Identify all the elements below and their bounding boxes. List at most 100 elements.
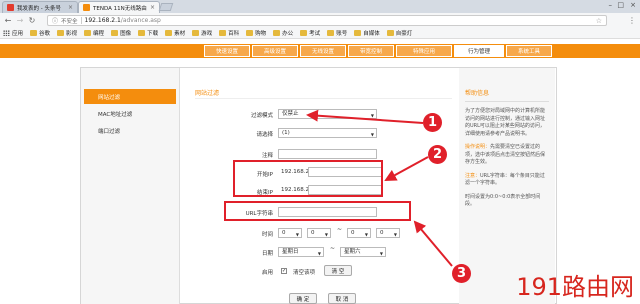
section-title: 网站过滤: [195, 90, 220, 97]
folder-icon: [300, 30, 308, 36]
folder-icon: [246, 30, 254, 36]
date-from-select[interactable]: 星期日 ▼: [278, 247, 324, 257]
help-text-operation: 操作说明：先需要清空已设置过的项，选中该项后点击清空按钮然后保存方生效。: [465, 144, 549, 167]
annotation-marker-2: 2: [428, 145, 447, 164]
note-input[interactable]: [278, 149, 377, 159]
date-to-select[interactable]: 星期六 ▼: [340, 247, 386, 257]
clear-button[interactable]: 清 空: [324, 265, 352, 276]
tab-bandwidth[interactable]: 带宽控制: [348, 45, 394, 57]
folder-icon: [354, 30, 362, 36]
enable-checkbox[interactable]: ✓: [281, 268, 287, 274]
close-tab-icon[interactable]: ×: [150, 4, 155, 11]
date-separator: ~: [330, 245, 336, 252]
bookmark-label: 图像: [120, 31, 132, 37]
url-host: 192.168.2.1: [84, 17, 121, 24]
bookmark-label: 购物: [255, 31, 267, 37]
folder-icon: [57, 30, 65, 36]
cancel-button[interactable]: 取 消: [328, 293, 356, 304]
tab-system-tools[interactable]: 系统工具: [506, 45, 552, 57]
filter-mode-label: 过滤模式: [250, 113, 273, 119]
rule-select[interactable]: (1) ▼: [278, 128, 377, 138]
bookmark-folder[interactable]: 图像: [111, 29, 131, 37]
bookmark-label: 游戏: [201, 31, 213, 37]
time-label: 时间: [261, 232, 273, 238]
bookmark-folder[interactable]: 下载: [138, 29, 158, 37]
back-icon[interactable]: ←: [2, 16, 14, 25]
ok-button[interactable]: 确 定: [289, 293, 317, 304]
bookmark-folder[interactable]: 购物: [246, 29, 266, 37]
bookmark-folder[interactable]: 办公: [273, 29, 293, 37]
clear-item-label: 清空该项: [293, 270, 316, 276]
bookmark-star-icon[interactable]: ☆: [596, 17, 602, 25]
help-key: 操作说明：: [465, 144, 491, 150]
folder-icon: [165, 30, 173, 36]
url-text[interactable]: 192.168.2.1/advance.asp: [85, 17, 161, 24]
new-tab-button[interactable]: [158, 3, 174, 11]
bookmark-folder[interactable]: 自媒体: [354, 29, 380, 37]
filter-mode-select[interactable]: 仅禁止 ▼: [278, 109, 377, 119]
close-window-icon[interactable]: ×: [630, 1, 636, 9]
bookmark-label: 考试: [309, 31, 321, 37]
time-start-hour[interactable]: 0 ▼: [278, 228, 302, 238]
bookmark-folder[interactable]: 游戏: [192, 29, 212, 37]
bookmark-label: 百科: [228, 31, 240, 37]
folder-icon: [138, 30, 146, 36]
maximize-icon[interactable]: □: [617, 1, 624, 9]
tab-special-apps[interactable]: 特殊应用: [396, 45, 452, 57]
chevron-down-icon: ▼: [370, 113, 374, 118]
sidebar-item-mac-filter[interactable]: MAC地址过滤: [84, 106, 176, 121]
bookmark-apps[interactable]: 应用: [3, 29, 23, 37]
bookmark-folder[interactable]: 素材: [165, 29, 185, 37]
bookmark-folder[interactable]: 影视: [57, 29, 77, 37]
bookmark-label: 自豪灯: [395, 31, 413, 37]
help-key: 注意：: [465, 172, 481, 179]
minimize-icon[interactable]: –: [609, 1, 613, 9]
bookmark-label: 影视: [66, 31, 78, 37]
bookmark-folder[interactable]: 百科: [219, 29, 239, 37]
tab-advanced[interactable]: 高级设置: [252, 45, 298, 57]
tab-behavior-management[interactable]: 行为管理: [454, 45, 504, 57]
tab-title: TENDA 11N无线路由器: [93, 5, 147, 12]
help-text-note: 注意：URL字符串：每个条目只能过滤一个字符串。: [465, 173, 549, 188]
sidebar-item-url-filter[interactable]: 网站过滤: [84, 89, 176, 104]
folder-icon: [192, 30, 200, 36]
divider: [195, 98, 452, 99]
time-value: 0: [311, 230, 315, 236]
info-icon[interactable]: ⓘ: [52, 16, 58, 25]
close-tab-icon[interactable]: ×: [68, 4, 73, 11]
chevron-down-icon: ▼: [393, 232, 397, 237]
chevron-down-icon: ▼: [324, 232, 328, 237]
time-start-min[interactable]: 0 ▼: [307, 228, 331, 238]
date-from-value: 星期日: [282, 249, 299, 255]
sidebar-item-port-filter[interactable]: 端口过滤: [84, 123, 176, 138]
address-bar[interactable]: ⓘ 不安全 192.168.2.1/advance.asp ☆: [47, 15, 607, 26]
tab-wireless[interactable]: 无线设置: [300, 45, 346, 57]
address-toolbar: ← → ↻ ⓘ 不安全 192.168.2.1/advance.asp ☆: [0, 13, 640, 28]
time-end-hour[interactable]: 0 ▼: [347, 228, 371, 238]
annotation-marker-3: 3: [452, 264, 471, 283]
folder-icon: [386, 30, 394, 36]
bookmark-folder[interactable]: 编程: [84, 29, 104, 37]
tab-quick-setup[interactable]: 快速设置: [204, 45, 250, 57]
forward-icon[interactable]: →: [14, 16, 26, 25]
bookmark-folder[interactable]: 自豪灯: [386, 29, 413, 37]
time-end-min[interactable]: 0 ▼: [376, 228, 400, 238]
enable-label: 启用: [261, 270, 273, 276]
browser-tab-tenda[interactable]: TENDA 11N无线路由器 ×: [78, 1, 160, 13]
rule-select-value: (1): [282, 130, 290, 136]
url-path: /advance.asp: [120, 17, 161, 24]
time-separator: ~: [337, 226, 343, 233]
bookmark-folder[interactable]: 考试: [300, 29, 320, 37]
annotation-box-ip-range: [233, 160, 383, 197]
folder-icon: [30, 30, 38, 36]
folder-icon: [111, 30, 119, 36]
time-value: 0: [351, 230, 355, 236]
browser-tab-toutiao[interactable]: 我发表的 - 头条号 ×: [2, 1, 78, 13]
reload-icon[interactable]: ↻: [26, 16, 38, 25]
time-value: 0: [282, 230, 286, 236]
bookmark-folder[interactable]: 谷歌: [30, 29, 50, 37]
bookmark-folder[interactable]: 账号: [327, 29, 347, 37]
bookmark-label: 编程: [93, 31, 105, 37]
help-title: 帮助信息: [465, 88, 549, 102]
browser-menu-icon[interactable]: ⋮: [628, 16, 636, 25]
